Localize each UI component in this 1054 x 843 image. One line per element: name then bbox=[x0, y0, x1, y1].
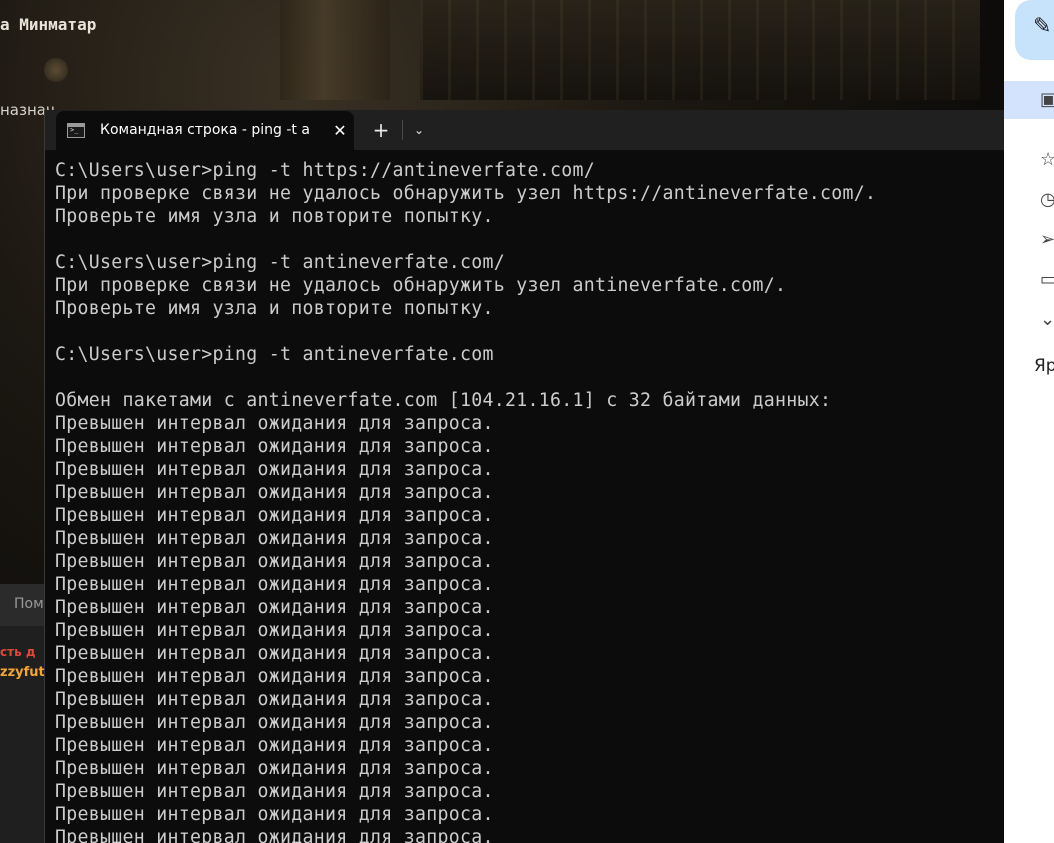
console-line: Проверьте имя узла и повторите попытку. bbox=[55, 206, 494, 227]
terminal-tab[interactable]: Командная строка - ping -t a ✕ bbox=[56, 111, 354, 150]
console-line: Превышен интервал ожидания для запроса. bbox=[55, 666, 494, 687]
tab-separator bbox=[402, 120, 403, 140]
console-line: Превышен интервал ожидания для запроса. bbox=[55, 620, 494, 641]
terminal-tab-bar: Командная строка - ping -t a ✕ + ⌄ bbox=[45, 110, 1005, 150]
console-line: При проверке связи не удалось обнаружить… bbox=[55, 275, 787, 296]
game-circle-icon bbox=[44, 58, 68, 82]
mail-section-label: Яр bbox=[1034, 356, 1054, 376]
file-icon: ▭ bbox=[1040, 269, 1054, 290]
game-red-text: сть д bbox=[0, 645, 36, 659]
console-line: Превышен интервал ожидания для запроса. bbox=[55, 459, 494, 480]
game-panel-label[interactable]: Пом bbox=[14, 596, 44, 612]
console-line: C:\Users\user>ping -t antineverfate.com/ bbox=[55, 252, 505, 273]
mail-nav-item[interactable]: ▭ bbox=[1004, 261, 1054, 299]
chevron-down-icon[interactable]: ⌄ bbox=[407, 118, 431, 142]
console-line: Обмен пакетами с antineverfate.com [104.… bbox=[55, 390, 832, 411]
game-window-title: а Минматар bbox=[0, 15, 97, 34]
mail-nav-item[interactable]: ☆ bbox=[1004, 141, 1054, 179]
console-line: При проверке связи не удалось обнаружить… bbox=[55, 183, 877, 204]
console-line: Превышен интервал ожидания для запроса. bbox=[55, 413, 494, 434]
console-line: C:\Users\user>ping -t https://antineverf… bbox=[55, 160, 595, 181]
console-line: Проверьте имя узла и повторите попытку. bbox=[55, 298, 494, 319]
game-pillar-decoration bbox=[280, 0, 390, 100]
tab-title: Командная строка - ping -t a bbox=[100, 122, 310, 138]
console-line: Превышен интервал ожидания для запроса. bbox=[55, 528, 494, 549]
console-line: Превышен интервал ожидания для запроса. bbox=[55, 804, 494, 825]
console-line: C:\Users\user>ping -t antineverfate.com bbox=[55, 344, 494, 365]
star-icon: ☆ bbox=[1040, 149, 1054, 170]
clock-icon: ◷ bbox=[1040, 189, 1054, 210]
console-output[interactable]: C:\Users\user>ping -t https://antineverf… bbox=[55, 159, 1000, 843]
mail-app-sidebar: ✎ ▣ ☆ ◷ ➢ ▭ ⌄ bbox=[1004, 0, 1054, 843]
console-line: Превышен интервал ожидания для запроса. bbox=[55, 436, 494, 457]
new-tab-button[interactable]: + bbox=[367, 118, 395, 142]
console-line: Превышен интервал ожидания для запроса. bbox=[55, 735, 494, 756]
mail-nav-item[interactable]: ▣ bbox=[1004, 81, 1054, 119]
console-line: Превышен интервал ожидания для запроса. bbox=[55, 781, 494, 802]
console-line: Превышен интервал ожидания для запроса. bbox=[55, 505, 494, 526]
game-orange-text: zzyfut bbox=[0, 665, 45, 680]
console-line: Превышен интервал ожидания для запроса. bbox=[55, 712, 494, 733]
console-line: Превышен интервал ожидания для запроса. bbox=[55, 643, 494, 664]
console-line: Превышен интервал ожидания для запроса. bbox=[55, 758, 494, 779]
chevron-down-icon: ⌄ bbox=[1040, 309, 1054, 330]
console-line: Превышен интервал ожидания для запроса. bbox=[55, 597, 494, 618]
terminal-window[interactable]: Командная строка - ping -t a ✕ + ⌄ C:\Us… bbox=[44, 110, 1005, 843]
console-line: Превышен интервал ожидания для запроса. bbox=[55, 574, 494, 595]
mail-nav-item[interactable]: ➢ bbox=[1004, 221, 1054, 259]
console-line: Превышен интервал ожидания для запроса. bbox=[55, 482, 494, 503]
game-scenery bbox=[420, 0, 980, 100]
inbox-icon: ▣ bbox=[1040, 89, 1054, 110]
console-line: Превышен интервал ожидания для запроса. bbox=[55, 689, 494, 710]
close-tab-icon[interactable]: ✕ bbox=[328, 119, 352, 143]
command-prompt-icon bbox=[67, 123, 85, 138]
mail-nav-item[interactable]: ◷ bbox=[1004, 181, 1054, 219]
send-icon: ➢ bbox=[1040, 229, 1054, 250]
console-line: Превышен интервал ожидания для запроса. bbox=[55, 827, 494, 843]
mail-nav-item[interactable]: ⌄ bbox=[1004, 301, 1054, 339]
compose-button[interactable]: ✎ bbox=[1015, 0, 1054, 60]
pencil-icon: ✎ bbox=[1033, 14, 1052, 39]
console-line: Превышен интервал ожидания для запроса. bbox=[55, 551, 494, 572]
